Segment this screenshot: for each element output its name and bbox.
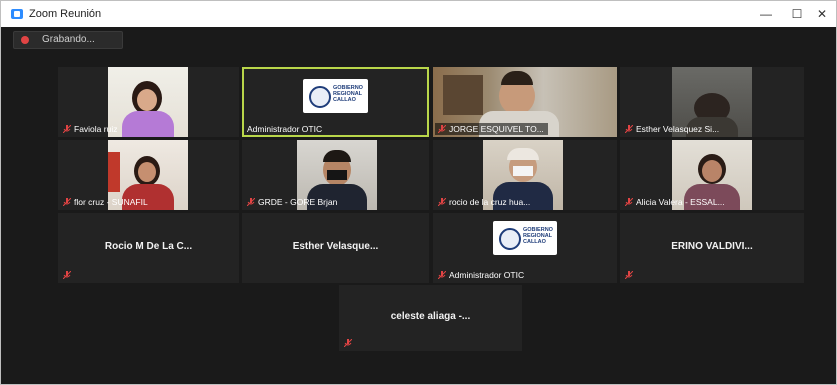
participant-name: Esther Velasquez Si... — [622, 123, 719, 135]
close-button[interactable]: ✕ — [809, 5, 835, 23]
participant-tile[interactable]: Faviola ruiz — [58, 67, 239, 137]
participant-tile[interactable]: ERINO VALDIVI... — [620, 213, 804, 283]
participant-name-center: celeste aliaga -... — [390, 311, 471, 322]
participant-name: Administrador OTIC — [435, 269, 524, 281]
participant-name-center: Rocio M De La C... — [104, 241, 193, 252]
muted-mic-icon — [63, 198, 71, 206]
participant-tile-active[interactable]: GOBIERNO REGIONAL CALLAO Administrador OTI… — [242, 67, 429, 137]
participant-name: flor cruz - SUNAFIL — [60, 196, 148, 208]
participant-name: Faviola ruiz — [60, 123, 117, 135]
participant-name: Administrador OTIC — [247, 124, 323, 134]
gobierno-regional-callao-logo: GOBIERNO REGIONAL CALLAO — [303, 79, 368, 113]
gobierno-regional-callao-logo: GOBIERNO REGIONAL CALLAO — [493, 221, 557, 255]
participant-tile[interactable]: Esther Velasquez Si... — [620, 67, 804, 137]
participant-status — [622, 269, 636, 281]
window-title: Zoom Reunión — [29, 8, 102, 20]
participant-name: JORGE ESQUIVEL TO... — [435, 123, 548, 135]
minimize-button[interactable]: — — [753, 5, 779, 23]
participant-tile[interactable]: JORGE ESQUIVEL TO... — [433, 67, 617, 137]
zoom-window: Zoom Reunión — ☐ ✕ Grabando... Faviola r… — [0, 0, 837, 385]
participant-status — [341, 337, 355, 349]
muted-mic-icon — [344, 339, 352, 347]
participant-tile[interactable]: flor cruz - SUNAFIL — [58, 140, 239, 210]
muted-mic-icon — [438, 198, 446, 206]
participant-status — [60, 269, 74, 281]
participant-name: GRDE - GORE Brjan — [244, 196, 337, 208]
participant-name-center: ERINO VALDIVI... — [671, 241, 753, 252]
muted-mic-icon — [63, 125, 71, 133]
muted-mic-icon — [438, 271, 446, 279]
muted-mic-icon — [438, 125, 446, 133]
gallery-view: Grabando... Faviola ruiz GOBIERNO REGIONA… — [1, 27, 836, 384]
muted-mic-icon — [625, 271, 633, 279]
participant-video — [108, 67, 188, 137]
record-icon — [21, 36, 29, 44]
participant-name-center: Esther Velasque... — [292, 241, 379, 252]
recording-label: Grabando... — [42, 34, 95, 45]
recording-indicator[interactable]: Grabando... — [13, 31, 123, 49]
participant-tile[interactable]: rocio de la cruz hua... — [433, 140, 617, 210]
participant-tile[interactable]: GOBIERNO REGIONAL CALLAO Administrador OTI… — [433, 213, 617, 283]
title-bar: Zoom Reunión — ☐ ✕ — [1, 1, 836, 27]
participant-name: Alicia Valera - ESSAL... — [622, 196, 725, 208]
muted-mic-icon — [63, 271, 71, 279]
participant-tile[interactable]: GRDE - GORE Brjan — [242, 140, 429, 210]
muted-mic-icon — [625, 198, 633, 206]
maximize-button[interactable]: ☐ — [784, 5, 810, 23]
participant-tile[interactable]: Esther Velasque... — [242, 213, 429, 283]
participant-tile[interactable]: Rocio M De La C... — [58, 213, 239, 283]
participant-name: rocio de la cruz hua... — [435, 196, 530, 208]
participant-tile[interactable]: celeste aliaga -... — [339, 285, 522, 351]
participant-tile[interactable]: Alicia Valera - ESSAL... — [620, 140, 804, 210]
zoom-app-icon — [11, 9, 23, 19]
muted-mic-icon — [247, 198, 255, 206]
muted-mic-icon — [625, 125, 633, 133]
